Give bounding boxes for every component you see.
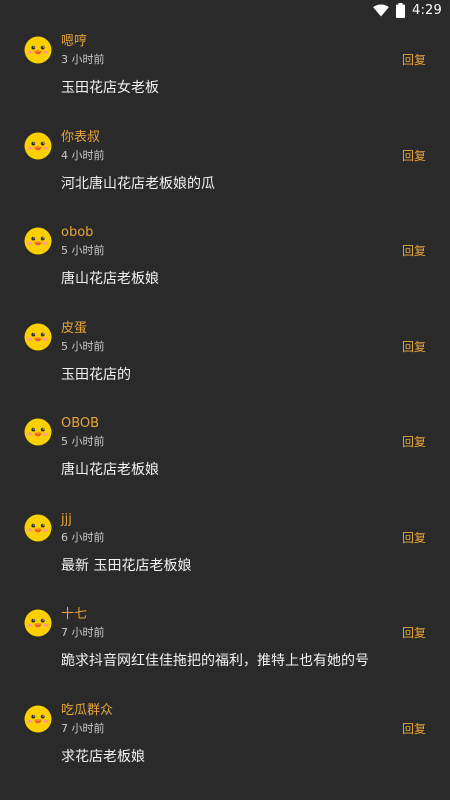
duck-avatar-icon[interactable]: [24, 705, 52, 733]
comment-text: 玉田花店的: [61, 366, 131, 383]
reply-button[interactable]: 回复: [402, 722, 426, 736]
comment-time: 3 小时前: [61, 53, 105, 66]
comment-username[interactable]: jjj: [61, 512, 72, 528]
comment-text: 最新 玉田花店老板娘: [61, 557, 192, 574]
wifi-icon: [373, 4, 389, 17]
comment-item: OBOB 5 小时前 回复 唐山花店老板娘: [0, 406, 450, 502]
battery-icon: [396, 3, 405, 18]
duck-avatar-icon[interactable]: [24, 609, 52, 637]
comment-list: 嗯哼 3 小时前 回复 玉田花店女老板 你表叔 4 小时前 回复 河北唐山花店老…: [0, 24, 450, 788]
comment-item: jjj 6 小时前 回复 最新 玉田花店老板娘: [0, 502, 450, 598]
reply-button[interactable]: 回复: [402, 626, 426, 640]
duck-avatar-icon[interactable]: [24, 132, 52, 160]
comment-text: 唐山花店老板娘: [61, 271, 159, 287]
status-icons: 4:29: [373, 3, 442, 18]
status-bar: 4:29: [0, 0, 450, 24]
reply-button[interactable]: 回复: [402, 531, 426, 545]
comment-item: 十七 7 小时前 回复 跪求抖音网红佳佳拖把的福利，推特上也有她的号: [0, 597, 450, 693]
duck-avatar-icon[interactable]: [24, 514, 52, 542]
duck-avatar-icon[interactable]: [24, 36, 52, 64]
comment-time: 7 小时前: [61, 626, 105, 639]
comment-text: 跪求抖音网红佳佳拖把的福利，推特上也有她的号: [61, 653, 369, 669]
comment-time: 5 小时前: [61, 435, 105, 448]
comment-username[interactable]: 你表叔: [61, 130, 100, 146]
duck-avatar-icon[interactable]: [24, 227, 52, 255]
comment-username[interactable]: 十七: [61, 607, 87, 623]
comment-item: 皮蛋 5 小时前 回复 玉田花店的: [0, 311, 450, 407]
comment-text: 唐山花店老板娘: [61, 462, 159, 478]
comment-item: 嗯哼 3 小时前 回复 玉田花店女老板: [0, 24, 450, 120]
reply-button[interactable]: 回复: [402, 340, 426, 354]
reply-button[interactable]: 回复: [402, 244, 426, 258]
duck-avatar-icon[interactable]: [24, 418, 52, 446]
comment-time: 6 小时前: [61, 530, 105, 544]
comment-item: obob 5 小时前 回复 唐山花店老板娘: [0, 215, 450, 311]
comment-username[interactable]: 嗯哼: [61, 34, 87, 50]
comment-time: 7 小时前: [61, 721, 105, 735]
comment-time: 4 小时前: [61, 148, 105, 162]
comment-item: 你表叔 4 小时前 回复 河北唐山花店老板娘的瓜: [0, 120, 450, 216]
comment-username[interactable]: obob: [61, 225, 93, 241]
reply-button[interactable]: 回复: [402, 149, 426, 163]
comment-item: 吃瓜群众 7 小时前 回复 求花店老板娘: [0, 693, 450, 789]
comment-text: 求花店老板娘: [61, 748, 145, 765]
comment-text: 河北唐山花店老板娘的瓜: [61, 175, 215, 192]
comment-time: 5 小时前: [61, 339, 105, 353]
comment-username[interactable]: 皮蛋: [61, 321, 87, 337]
comment-time: 5 小时前: [61, 244, 105, 257]
reply-button[interactable]: 回复: [402, 435, 426, 449]
comment-username[interactable]: 吃瓜群众: [61, 703, 113, 719]
status-time: 4:29: [412, 3, 442, 18]
duck-avatar-icon[interactable]: [24, 323, 52, 351]
comment-username[interactable]: OBOB: [61, 416, 99, 432]
comment-text: 玉田花店女老板: [61, 80, 159, 96]
reply-button[interactable]: 回复: [402, 53, 426, 67]
